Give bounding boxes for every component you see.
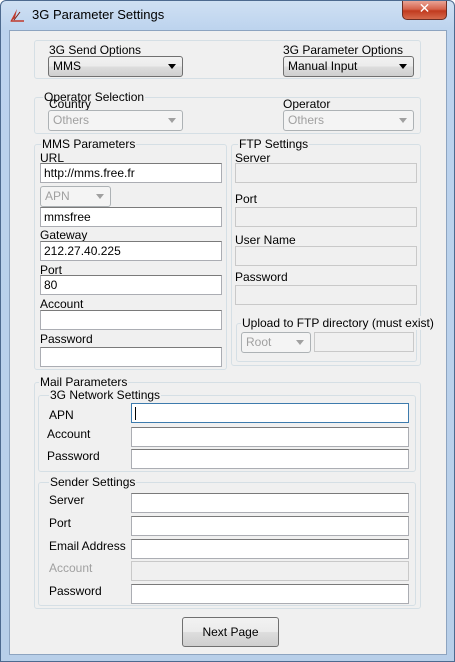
ftp-password-field[interactable] (235, 285, 417, 305)
settings-window: 3G Parameter Settings ✕ 3G Send Options … (0, 0, 455, 662)
network-password-label: Password (47, 449, 100, 463)
param-options-value: Manual Input (288, 59, 358, 73)
param-options-label: 3G Parameter Options (283, 43, 404, 57)
client-area: 3G Send Options MMS 3G Parameter Options… (9, 30, 447, 655)
chevron-down-icon (168, 64, 176, 69)
ftp-directory-field[interactable] (314, 332, 414, 352)
chevron-down-icon (399, 118, 407, 123)
ftp-directory-select-value: Root (246, 335, 272, 349)
send-options-label: 3G Send Options (49, 43, 142, 57)
network-password-field[interactable] (131, 449, 409, 469)
operator-value: Others (288, 113, 325, 127)
sender-port-label: Port (49, 516, 72, 530)
url-field[interactable]: http://mms.free.fr (40, 163, 222, 183)
ftp-directory-select[interactable]: Root (241, 332, 311, 353)
operator-select[interactable]: Others (283, 110, 414, 131)
ftp-settings-legend: FTP Settings (238, 137, 310, 151)
mail-parameters-legend: Mail Parameters (39, 375, 129, 389)
sender-email-label: Email Address (49, 539, 126, 553)
network-apn-field[interactable] (131, 403, 409, 423)
port-field[interactable]: 80 (40, 275, 222, 295)
chevron-down-icon (168, 118, 176, 123)
sender-port-field[interactable] (131, 516, 409, 536)
network-account-label: Account (47, 427, 91, 441)
ftp-port-label: Port (235, 192, 258, 206)
upload-directory-legend: Upload to FTP directory (must exist) (241, 316, 435, 330)
network-account-field[interactable] (131, 427, 409, 447)
ftp-username-field[interactable] (235, 246, 417, 266)
send-options-select[interactable]: MMS (48, 56, 183, 77)
gateway-label: Gateway (40, 228, 88, 242)
param-options-select[interactable]: Manual Input (283, 56, 414, 77)
apn-type-value: APN (45, 189, 70, 203)
ftp-server-field[interactable] (235, 163, 417, 183)
sender-server-label: Server (49, 493, 85, 507)
title-bar[interactable]: 3G Parameter Settings ✕ (1, 1, 454, 29)
apn-field[interactable]: mmsfree (40, 207, 222, 227)
password-label: Password (40, 332, 93, 346)
sender-email-field[interactable] (131, 539, 409, 559)
ftp-port-field[interactable] (235, 207, 417, 227)
country-select[interactable]: Others (48, 110, 183, 131)
operator-label: Operator (283, 97, 331, 111)
next-page-button[interactable]: Next Page (182, 617, 279, 647)
chevron-down-icon (296, 340, 304, 345)
send-options-value: MMS (53, 59, 81, 73)
account-label: Account (40, 297, 84, 311)
sender-account-label: Account (49, 561, 93, 575)
ftp-username-label: User Name (235, 233, 296, 247)
ftp-password-label: Password (235, 270, 288, 284)
text-caret (135, 407, 136, 420)
network-apn-label: APN (49, 408, 74, 422)
sender-password-field[interactable] (131, 584, 409, 604)
window-title: 3G Parameter Settings (32, 7, 165, 22)
sender-password-label: Password (49, 584, 102, 598)
sender-server-field[interactable] (131, 493, 409, 513)
apn-type-select[interactable]: APN (40, 186, 111, 207)
country-label: Country (49, 97, 92, 111)
sender-settings-legend: Sender Settings (49, 475, 137, 489)
account-field[interactable] (40, 310, 222, 330)
chevron-down-icon (96, 194, 104, 199)
country-value: Others (53, 113, 90, 127)
close-icon: ✕ (418, 1, 431, 17)
close-button[interactable]: ✕ (402, 1, 447, 20)
app-logo-icon (10, 9, 24, 22)
password-field[interactable] (40, 347, 222, 367)
sender-account-field[interactable] (131, 561, 409, 581)
network-settings-legend: 3G Network Settings (49, 388, 162, 402)
gateway-field[interactable]: 212.27.40.225 (40, 241, 222, 261)
mms-parameters-legend: MMS Parameters (41, 137, 137, 151)
chevron-down-icon (399, 64, 407, 69)
